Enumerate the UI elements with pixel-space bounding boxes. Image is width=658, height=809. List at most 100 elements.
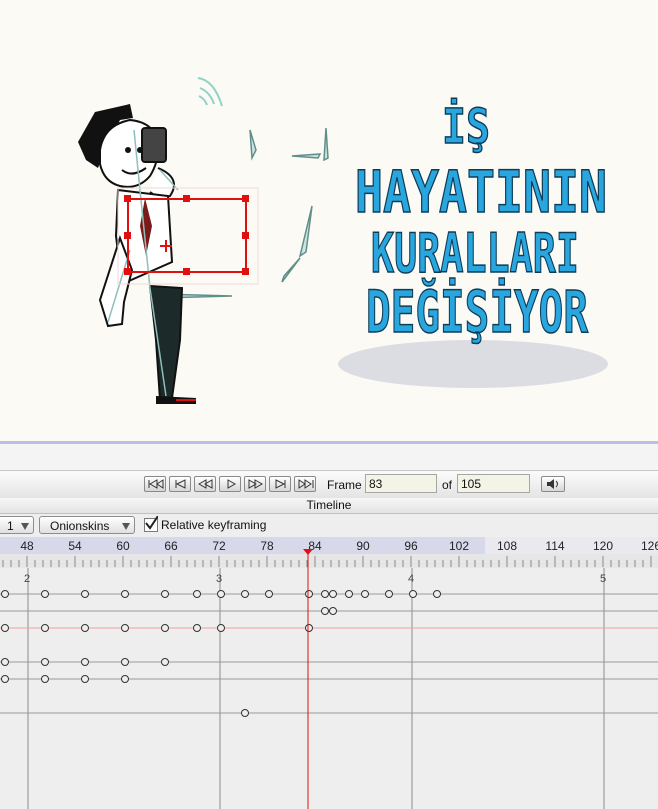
first-frame-button[interactable] [144,476,166,492]
keyframe [361,590,369,598]
keyframe [81,658,89,666]
ruler-ticks [0,554,658,568]
keyframe [161,624,169,632]
keyframe [241,709,249,717]
ruler-label: 78 [260,539,274,553]
keyframe [1,675,9,683]
keyframe [81,590,89,598]
chevron-down-icon [122,523,130,530]
keyframe [321,607,329,615]
text-shadow [338,340,608,388]
timeline-title: Timeline [0,498,658,514]
first-frame-icon [148,479,164,489]
keyframe [433,590,441,598]
keyframe [193,590,201,598]
keyframe [81,675,89,683]
ruler-label: 48 [20,539,34,553]
frame-label: Frame [327,478,362,492]
chevron-down-icon [21,523,29,530]
keyframe [217,624,225,632]
onionskins-dropdown[interactable]: Onionskins [39,516,135,534]
ruler-label: 60 [116,539,130,553]
checkmark-icon [145,516,158,530]
onionskins-label: Onionskins [50,519,110,533]
motion-lines-icon [197,77,223,107]
total-frames-field[interactable]: 105 [457,474,530,493]
keyframe [41,590,49,598]
keyframe [121,590,129,598]
keyframe [1,590,9,598]
keyframe [161,590,169,598]
ruler-label: 108 [496,539,518,553]
second-marker: 3 [216,573,222,585]
sound-toggle-button[interactable] [541,476,565,492]
fast-forward-button[interactable] [244,476,266,492]
title-line-2: HAYATININ [355,158,607,226]
play-button[interactable] [219,476,241,492]
timeline-toolbar: 1 Onionskins Relative keyframing [0,514,658,538]
next-keyframe-button[interactable] [269,476,291,492]
frame-field[interactable]: 83 [365,474,437,493]
keyframe [41,675,49,683]
layer-select-value: 1 [7,519,14,533]
playhead[interactable] [302,549,314,809]
keyframe [1,624,9,632]
keyframe [241,590,249,598]
ruler-tick-marks [2,556,652,567]
ruler-label: 120 [592,539,614,553]
keyframe [321,590,329,598]
keyframe [265,590,273,598]
last-frame-icon [298,479,314,489]
timeline-tracks[interactable]: 2 3 4 5 [0,568,658,809]
title-line-1: İŞ [442,98,490,155]
keyframe [217,590,225,598]
rewind-button[interactable] [194,476,216,492]
play-icon [227,479,237,489]
speaker-icon [547,479,558,489]
keyframe [329,607,337,615]
keyframe [329,590,337,598]
stage-canvas[interactable]: İŞ HAYATININ KURALLARI DEĞİŞİYOR [0,0,658,444]
second-marker: 4 [408,573,414,585]
rewind-icon [198,479,213,489]
keyframe [41,624,49,632]
keyframe [121,658,129,666]
ruler-label: 102 [448,539,470,553]
title-line-4: DEĞİŞİYOR [366,277,588,346]
ruler-label: 66 [164,539,178,553]
character-figure [78,104,196,404]
keyframe [121,624,129,632]
second-marker: 2 [24,573,30,585]
keyframe-grid: 2 3 4 5 [0,568,658,809]
frame-ruler[interactable]: 48 54 60 66 72 78 84 90 96 102 108 114 1… [0,537,658,554]
last-frame-button[interactable] [294,476,316,492]
ruler-label: 90 [356,539,370,553]
second-marker: 5 [600,573,606,585]
ruler-label: 126 [640,539,658,553]
prev-keyframe-button[interactable] [169,476,191,492]
transport-bar: Frame 83 of 105 [0,470,658,500]
next-keyframe-icon [275,479,286,489]
fast-forward-icon [248,479,264,489]
keyframe [409,590,417,598]
relative-keyframing-label: Relative keyframing [161,518,267,532]
keyframe [81,624,89,632]
keyframe [193,624,201,632]
keyframe [1,658,9,666]
keyframe [121,675,129,683]
title-text: İŞ HAYATININ KURALLARI DEĞİŞİYOR [354,97,608,347]
keyframe [41,658,49,666]
title-line-3: KURALLARI [371,222,579,285]
ruler-label: 96 [404,539,418,553]
stage-artwork: İŞ HAYATININ KURALLARI DEĞİŞİYOR [78,77,608,404]
ruler-label: 54 [68,539,82,553]
keyframe [161,658,169,666]
ruler-label: 114 [545,539,565,553]
panel-gap [0,444,658,470]
keyframe [345,590,353,598]
layer-select[interactable]: 1 [0,516,34,534]
of-label: of [442,478,453,492]
relative-keyframing-checkbox[interactable] [144,516,158,532]
ruler-label: 72 [212,539,226,553]
keyframe [385,590,393,598]
